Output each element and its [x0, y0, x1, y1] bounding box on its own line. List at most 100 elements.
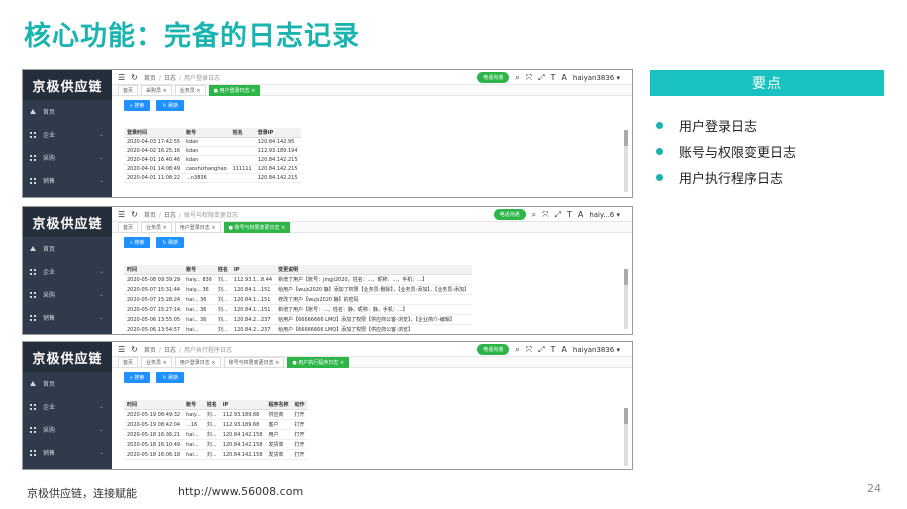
text-icon[interactable]: A	[561, 345, 566, 354]
fullscreen-icon[interactable]: ⤢	[538, 345, 544, 355]
menu-icon[interactable]: ☰	[118, 210, 125, 219]
tab[interactable]: 用户登录日志 ×	[174, 221, 221, 233]
table-row[interactable]: 2020-05-19 08:49:32 haiy... 刘... 112.93.189…	[124, 409, 308, 420]
fullscreen-icon[interactable]: ⤢	[555, 210, 561, 220]
shrink-icon[interactable]: ⤧	[526, 345, 532, 355]
tab[interactable]: 首页	[118, 221, 139, 233]
scrollbar[interactable]	[624, 408, 628, 466]
column-header[interactable]: 登录IP	[254, 128, 301, 138]
breadcrumb-item[interactable]: 日志	[164, 347, 176, 354]
refresh-button[interactable]: ↻ 刷新	[156, 371, 185, 383]
table-row[interactable]: 2020-05-19 08:42:04 ...16 刘... 112.93.189.6…	[124, 419, 308, 430]
column-header[interactable]: 账号	[183, 128, 230, 138]
column-header[interactable]: 时间	[124, 265, 184, 275]
table-row[interactable]: 2020-05-08 09:39:29 haiy... 836 刘... 112.93…	[124, 274, 473, 285]
column-header[interactable]: 登录时间	[124, 128, 184, 138]
sidebar-item[interactable]: 企业 ⌄	[23, 123, 112, 146]
user-menu[interactable]: haiy...6 ▾	[589, 211, 620, 219]
sidebar-item[interactable]: 销售 ⌄	[23, 169, 112, 192]
column-header[interactable]: 程序名称	[265, 400, 292, 410]
column-header[interactable]: IP	[230, 265, 276, 275]
search-button[interactable]: ⌕ 搜索	[124, 99, 151, 111]
table-row[interactable]: 2020-05-18 16:36:21 hai... 刘... 120.84.142.…	[124, 429, 308, 440]
scrollbar-thumb[interactable]	[624, 269, 628, 285]
tab[interactable]: 首页	[118, 84, 139, 96]
user-menu[interactable]: haiyan3836 ▾	[573, 74, 620, 82]
table-row[interactable]: 2020-05-07 15:27:14 hai... 36 刘... 120.84.1…	[124, 304, 473, 315]
breadcrumb-item[interactable]: 首页	[144, 347, 156, 354]
search-button[interactable]: ⌕ 搜索	[124, 236, 151, 248]
sidebar-item[interactable]: 首页	[23, 237, 112, 260]
column-header[interactable]: IP	[219, 400, 266, 410]
breadcrumb-item[interactable]: 首页	[144, 75, 156, 82]
menu-icon[interactable]: ☰	[118, 73, 125, 82]
sidebar-item[interactable]: 采购 ⌄	[23, 146, 112, 169]
search-button[interactable]: ⌕ 搜索	[124, 371, 151, 383]
text-icon[interactable]: A	[561, 73, 566, 82]
column-header[interactable]: 时间	[124, 400, 184, 410]
tab[interactable]: 首页	[118, 356, 139, 368]
shrink-icon[interactable]: ⤧	[542, 210, 548, 220]
column-header[interactable]: 账号	[183, 400, 204, 410]
tab[interactable]: ● 账号与权限变更日志 ×	[223, 221, 291, 233]
breadcrumb-item[interactable]: 首页	[144, 212, 156, 219]
tab[interactable]: ● 用户执行程序日志 ×	[287, 356, 350, 368]
refresh-button[interactable]: ↻ 刷新	[156, 236, 185, 248]
tab[interactable]: ● 用户登录日志 ×	[208, 84, 261, 96]
sidebar-item[interactable]: 企业 ⌄	[23, 395, 112, 418]
table-row[interactable]: 2020-05-06 13:55:05 hai... 36 刘... 120.84.2…	[124, 314, 473, 325]
scrollbar-thumb[interactable]	[624, 130, 628, 146]
column-header[interactable]: 姓名	[229, 128, 255, 138]
refresh-icon[interactable]: ↻	[131, 345, 138, 354]
breadcrumb-item[interactable]: 日志	[164, 75, 176, 82]
table-row[interactable]: 2020-05-18 16:10:49 hai... 刘... 120.84.142.…	[124, 439, 308, 450]
tab[interactable]: 账号与权限变更日志 ×	[223, 356, 285, 368]
table-row[interactable]: 2020-05-06 13:54:57 hai... 刘... 120.84.2...…	[124, 324, 473, 334]
refresh-icon[interactable]: ↻	[131, 73, 138, 82]
tab[interactable]: 业务员 ×	[141, 356, 172, 368]
scrollbar-thumb[interactable]	[624, 408, 628, 424]
sidebar-item[interactable]: 首页	[23, 372, 112, 395]
sidebar-item[interactable]: 采购 ⌄	[23, 283, 112, 306]
table-row[interactable]: 2020-05-07 15:31:44 haiy... 36 刘... 120.84.…	[124, 284, 473, 295]
refresh-button[interactable]: ↻ 刷新	[156, 99, 185, 111]
font-size-icon[interactable]: T	[551, 345, 556, 354]
refresh-icon[interactable]: ↻	[131, 210, 138, 219]
hotline-button[interactable]: 电话沟通	[477, 72, 510, 83]
sidebar-item[interactable]: 采购 ⌄	[23, 418, 112, 441]
column-header[interactable]: 变更说明	[275, 265, 473, 275]
table-row[interactable]: 2020-05-07 15:28:24 hai... 36 刘... 120.84.1…	[124, 294, 473, 305]
table-row[interactable]: 2020-04-01 14:08:49 caoshizhanghao 111111 1…	[124, 164, 301, 174]
sidebar-item[interactable]: 企业 ⌄	[23, 260, 112, 283]
tab[interactable]: 用户登录日志 ×	[174, 356, 221, 368]
table-row[interactable]: 2020-04-01 11:08:22 ...n3836 120.84.142.21…	[124, 173, 301, 183]
tab[interactable]: 采购员 ×	[141, 84, 172, 96]
column-header[interactable]: 姓名	[214, 265, 231, 275]
text-icon[interactable]: A	[578, 210, 583, 219]
menu-icon[interactable]: ☰	[118, 345, 125, 354]
user-menu[interactable]: haiyan3836 ▾	[573, 346, 620, 354]
font-size-icon[interactable]: T	[567, 210, 572, 219]
sidebar-item[interactable]: 首页	[23, 100, 112, 123]
search-icon[interactable]: ⌕	[515, 345, 519, 355]
search-icon[interactable]: ⌕	[515, 73, 519, 83]
table-row[interactable]: 2020-05-18 16:06:18 hai... 刘... 120.84.142.…	[124, 449, 308, 460]
font-size-icon[interactable]: T	[551, 73, 556, 82]
column-header[interactable]: 姓名	[203, 400, 220, 410]
tab[interactable]: 业务员 ×	[174, 84, 206, 96]
column-header[interactable]: 动作	[291, 400, 308, 410]
scrollbar[interactable]	[624, 269, 628, 329]
footer-url[interactable]: http://www.56008.com	[178, 485, 303, 498]
fullscreen-icon[interactable]: ⤢	[538, 73, 544, 83]
search-icon[interactable]: ⌕	[532, 210, 536, 220]
sidebar-item[interactable]: 销售 ⌄	[23, 441, 112, 464]
column-header[interactable]: 账号	[183, 265, 215, 275]
hotline-button[interactable]: 电话沟通	[493, 209, 526, 220]
shrink-icon[interactable]: ⤧	[526, 73, 532, 83]
table-row[interactable]: 2020-04-03 17:42:55 kdan 120.84.142.95	[124, 137, 301, 147]
tab[interactable]: 业务员 ×	[141, 221, 172, 233]
scrollbar[interactable]	[624, 130, 628, 192]
table-row[interactable]: 2020-04-01 16:40:46 kdan 120.84.142.215	[124, 155, 301, 165]
sidebar-item[interactable]: 销售 ⌄	[23, 306, 112, 329]
breadcrumb-item[interactable]: 日志	[164, 212, 176, 219]
